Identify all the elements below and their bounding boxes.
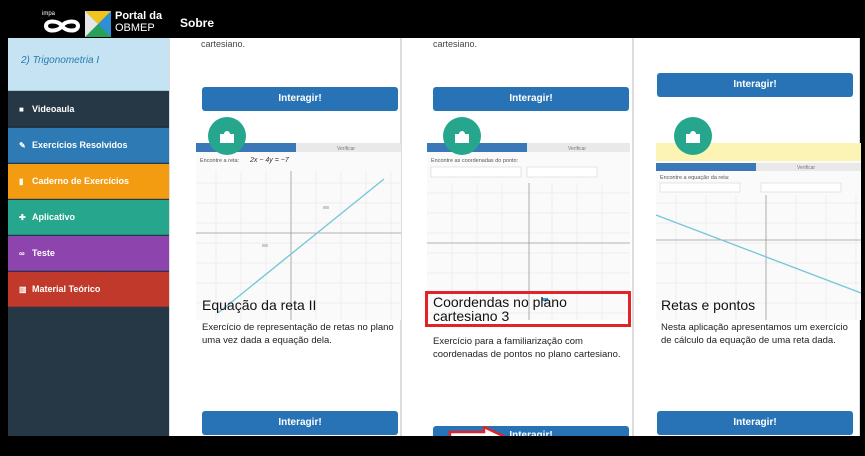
card-title: Equação da reta II	[202, 297, 317, 313]
thumb-prompt: Encontre a reta:	[200, 158, 240, 164]
portal-label: Portal da	[115, 10, 163, 22]
bottom-bar	[8, 436, 860, 456]
sidebar-item-label: Aplicativo	[32, 212, 76, 222]
interagir-button[interactable]: Interagir!	[202, 87, 398, 111]
portal-obmep-logo[interactable]: impa Portal da OBMEP	[42, 10, 166, 38]
open-book-icon: ▥	[19, 285, 27, 294]
card-title: Retas e pontos	[661, 297, 756, 313]
app-grid: cartesiano. Interagir! Verificar Encontr…	[169, 38, 861, 446]
card-snippet: cartesiano.	[201, 39, 246, 49]
obmep-label: OBMEP	[115, 22, 155, 34]
top-nav-bar: impa Portal da OBMEP Sobre	[8, 5, 860, 38]
puzzle-badge-icon	[674, 117, 712, 155]
glasses-icon: ∞	[19, 249, 25, 258]
puzzle-badge-icon	[443, 117, 481, 155]
interagir-button[interactable]: Interagir!	[657, 73, 853, 97]
card-description: Nesta aplicação apresentamos um exercíci…	[661, 322, 848, 346]
interagir-button[interactable]: Interagir!	[657, 411, 853, 435]
sidebar-item-teste[interactable]: ∞ Teste	[8, 236, 169, 271]
app-card-coordenadas: cartesiano. Interagir! Verificar Encontr…	[401, 38, 633, 446]
card-description: Exercício para a familiarização com coor…	[433, 336, 621, 360]
sidebar-item-label: Teste	[32, 248, 55, 258]
thumb-tab-verificar: Verificar	[797, 165, 815, 171]
card-title: Coordendas no plano cartesiano 3	[433, 294, 567, 324]
graph-thumbnail: Verificar Encontre a equação da reta:	[656, 143, 861, 320]
infinity-logo-icon	[43, 19, 81, 33]
sidebar-item-label: Videoaula	[32, 104, 75, 114]
video-icon: ■	[19, 105, 24, 114]
sidebar: 2) Trigonometria I ■ Videoaula ✎ Exercício…	[8, 38, 169, 436]
card-description: Exercício de representação de retas no p…	[202, 322, 394, 346]
thumb-equation: 2x − 4y = −7	[249, 157, 290, 164]
sidebar-item-aplicativo[interactable]: ✚ Aplicativo	[8, 200, 169, 235]
obmep-flag-icon	[85, 11, 111, 37]
interagir-button[interactable]: Interagir!	[202, 411, 398, 435]
card-snippet: cartesiano.	[433, 39, 478, 49]
app-thumbnail[interactable]: Verificar Encontre a equação da reta:	[656, 143, 861, 320]
interagir-button[interactable]: Interagir!	[433, 87, 629, 111]
sidebar-item-caderno[interactable]: ▮ Caderno de Exercícios	[8, 164, 169, 199]
sidebar-item-label: Caderno de Exercícios	[32, 176, 130, 186]
thumb-tab-verificar: Verificar	[337, 146, 355, 152]
sidebar-item-material-teorico[interactable]: ▥ Material Teórico	[8, 272, 169, 307]
puzzle-badge-icon	[208, 117, 246, 155]
nav-sobre-link[interactable]: Sobre	[180, 16, 214, 30]
edit-icon: ✎	[19, 141, 26, 150]
graph-thumbnail: Verificar Encontre a reta: 2x − 4y = −7	[196, 143, 401, 320]
sidebar-item-label: Material Teórico	[32, 284, 101, 294]
topic-title[interactable]: 2) Trigonometria I	[8, 38, 169, 91]
puzzle-icon: ✚	[19, 213, 26, 222]
sidebar-item-videoaula[interactable]: ■ Videoaula	[8, 92, 169, 127]
app-thumbnail[interactable]: Verificar Encontre a reta: 2x − 4y = −7	[196, 143, 401, 320]
sidebar-item-label: Exercícios Resolvidos	[32, 140, 128, 150]
app-card-equacao-reta: cartesiano. Interagir! Verificar Encontr…	[169, 38, 401, 442]
sidebar-item-exercicios-resolvidos[interactable]: ✎ Exercícios Resolvidos	[8, 128, 169, 163]
thumb-prompt: Encontre as coordenadas do ponto:	[431, 158, 519, 164]
thumb-tab-verificar: Verificar	[568, 146, 586, 152]
book-icon: ▮	[19, 177, 24, 186]
thumb-prompt: Encontre a equação da reta:	[660, 175, 730, 181]
impa-logo-text: impa	[42, 11, 56, 17]
app-card-retas-pontos: Interagir! Verificar Encontre a equação …	[633, 38, 861, 442]
